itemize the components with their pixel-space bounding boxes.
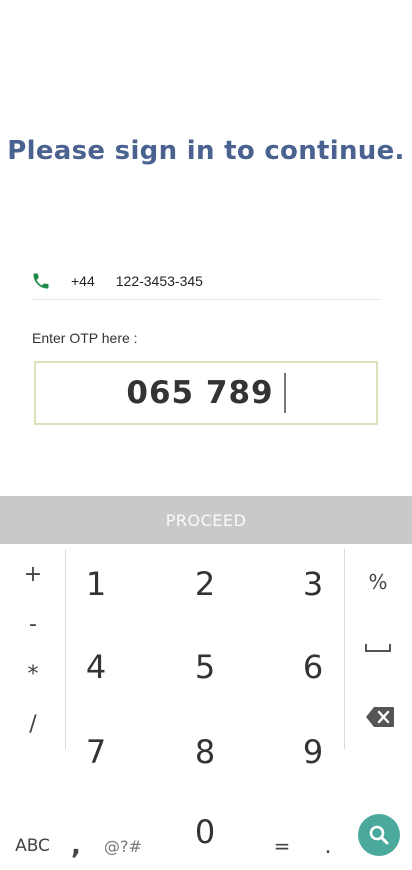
numeric-keyboard: + - * / 1 2 3 4 5 6 7 8 9 0 % ABC , @?# … bbox=[0, 544, 412, 870]
key-6[interactable]: 6 bbox=[273, 637, 353, 697]
key-equals[interactable]: = bbox=[270, 826, 294, 866]
key-4[interactable]: 4 bbox=[56, 637, 136, 697]
search-icon bbox=[369, 825, 389, 845]
key-comma[interactable]: , bbox=[66, 826, 86, 866]
country-code[interactable]: +44 bbox=[71, 273, 95, 289]
otp-value: 065 789 bbox=[126, 375, 274, 411]
key-8[interactable]: 8 bbox=[165, 722, 245, 782]
key-3[interactable]: 3 bbox=[273, 554, 353, 614]
phone-number[interactable]: 122-3453-345 bbox=[116, 273, 203, 289]
key-divide[interactable]: / bbox=[13, 704, 53, 744]
key-0[interactable]: 0 bbox=[165, 802, 245, 862]
text-cursor bbox=[283, 373, 286, 413]
key-9[interactable]: 9 bbox=[273, 722, 353, 782]
phone-icon bbox=[31, 271, 51, 291]
proceed-button[interactable]: PROCEED bbox=[0, 496, 412, 544]
space-icon[interactable] bbox=[358, 628, 398, 668]
key-2[interactable]: 2 bbox=[165, 554, 245, 614]
otp-input[interactable]: 065 789 bbox=[34, 361, 378, 425]
otp-label: Enter OTP here : bbox=[32, 330, 138, 346]
key-5[interactable]: 5 bbox=[165, 637, 245, 697]
key-abc[interactable]: ABC bbox=[10, 826, 55, 866]
phone-field[interactable]: +44 122-3453-345 bbox=[31, 262, 381, 300]
key-percent[interactable]: % bbox=[358, 562, 398, 602]
key-plus[interactable]: + bbox=[13, 554, 53, 594]
page-title: Please sign in to continue. bbox=[7, 136, 405, 166]
key-7[interactable]: 7 bbox=[56, 722, 136, 782]
backspace-icon[interactable] bbox=[360, 697, 400, 737]
key-period[interactable]: . bbox=[318, 826, 338, 866]
key-symbols[interactable]: @?# bbox=[102, 826, 144, 866]
key-minus[interactable]: - bbox=[13, 604, 53, 644]
key-1[interactable]: 1 bbox=[56, 554, 136, 614]
search-button[interactable] bbox=[358, 814, 400, 856]
key-multiply[interactable]: * bbox=[13, 654, 53, 694]
